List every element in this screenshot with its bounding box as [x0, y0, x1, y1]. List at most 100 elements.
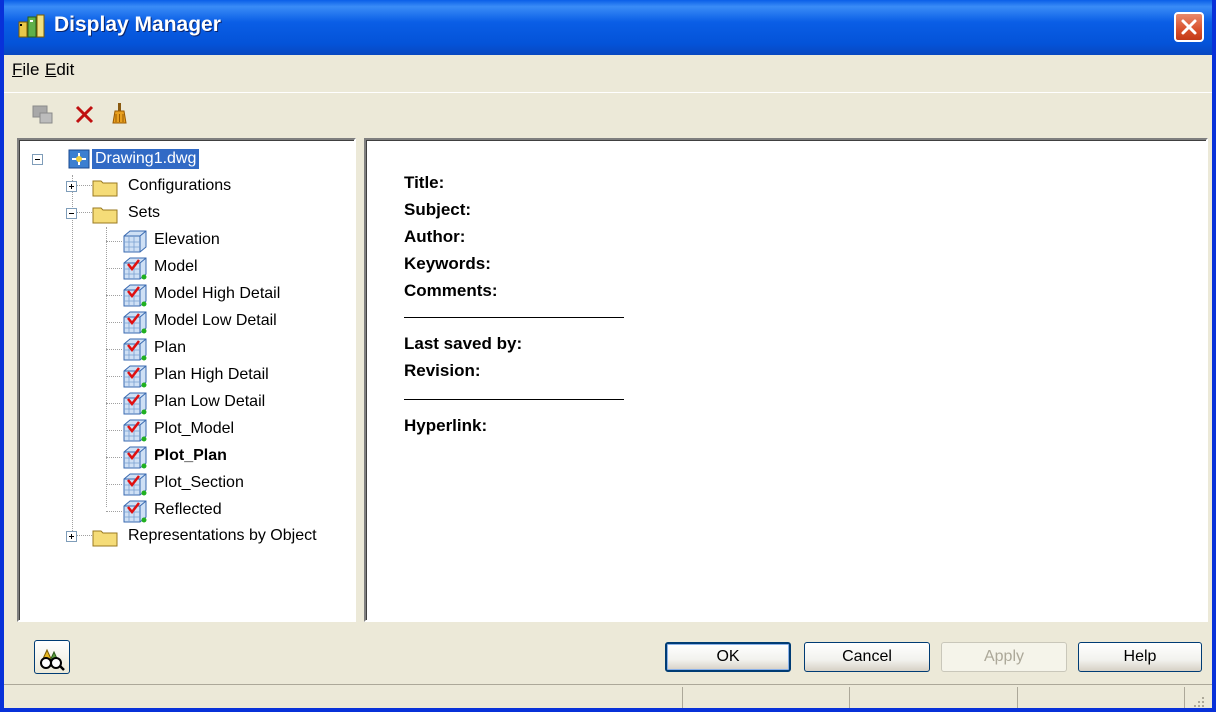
- display-set-checked-icon: [123, 311, 147, 334]
- resize-grip-icon[interactable]: [1186, 693, 1206, 709]
- menu-edit-label: dit: [56, 60, 75, 79]
- close-button[interactable]: [1174, 12, 1204, 42]
- author-property-label: Author:: [404, 227, 466, 246]
- tree-hline-set-item: [106, 430, 122, 431]
- ok-button[interactable]: OK: [665, 642, 791, 672]
- display-set-icon: [123, 230, 147, 253]
- tree-hline-set-item: [106, 376, 122, 377]
- title-property-label: Title:: [404, 173, 445, 192]
- tree-hline-set-item: [106, 484, 122, 485]
- collapse-root-icon[interactable]: [32, 154, 43, 165]
- tree-hline-set-item: [106, 349, 122, 350]
- display-set-checked-icon: [123, 284, 147, 307]
- tree-node-set-item[interactable]: Reflected: [106, 498, 346, 524]
- panel-splitter[interactable]: [356, 138, 364, 622]
- tree-sets-label: Sets: [128, 204, 161, 221]
- tree-set-item-label: Model High Detail: [154, 285, 281, 302]
- window-title: Display Manager: [54, 13, 221, 36]
- tree-root-label: Drawing1.dwg: [92, 149, 200, 169]
- tree-node-set-item[interactable]: Plot_Model: [106, 417, 346, 443]
- folder-icon: [92, 180, 118, 197]
- new-set-icon: [32, 105, 53, 124]
- folder-icon: [92, 207, 118, 224]
- tree-set-item-label: Plan Low Detail: [154, 393, 266, 410]
- display-set-checked-icon: [123, 338, 147, 361]
- tree-hline-set-item: [106, 511, 122, 512]
- tree-hline-set-item: [106, 268, 122, 269]
- delete-icon: [75, 105, 94, 124]
- tree-line-root: [72, 175, 73, 535]
- apply-button[interactable]: Apply: [941, 642, 1067, 672]
- comments-property-label: Comments:: [404, 281, 498, 300]
- tree-node-set-item[interactable]: Model: [106, 255, 346, 281]
- tree-node-set-item[interactable]: Elevation: [106, 228, 346, 254]
- tree-set-item-label: Plot_Plan: [154, 447, 227, 464]
- display-set-checked-icon: [123, 446, 147, 469]
- tree-set-item-label: Model Low Detail: [154, 312, 277, 329]
- properties-view: Title: Subject: Author: Keywords: Commen…: [366, 140, 1206, 620]
- subject-property-label: Subject:: [404, 200, 472, 219]
- menu-edit[interactable]: Edit: [45, 60, 74, 80]
- tree-configurations-label: Configurations: [128, 177, 232, 194]
- expand-configurations-icon[interactable]: [66, 181, 77, 192]
- tree-set-item-label: Plot_Section: [154, 474, 244, 491]
- keywords-property-label: Keywords:: [404, 254, 491, 273]
- expand-representations-icon[interactable]: [66, 531, 77, 542]
- menu-edit-accel: E: [45, 60, 57, 79]
- tree-panel[interactable]: Drawing1.dwg Configurations Sets Elevati…: [17, 138, 356, 622]
- tree-node-representations[interactable]: Representations by Object: [66, 524, 354, 550]
- status-pane-4: [1184, 687, 1185, 708]
- display-set-checked-icon: [123, 365, 147, 388]
- separator-2: [404, 399, 624, 400]
- purge-icon: [112, 103, 127, 124]
- menu-file-accel: F: [12, 60, 23, 79]
- tree-set-item-label: Plan High Detail: [154, 366, 269, 383]
- purge-button[interactable]: [107, 101, 133, 127]
- tree-node-set-item[interactable]: Plot_Section: [106, 471, 346, 497]
- tree-node-sets[interactable]: Sets: [66, 201, 346, 227]
- menu-file[interactable]: File: [12, 60, 39, 80]
- tree-hline-set-item: [106, 322, 122, 323]
- separator-1: [404, 317, 624, 318]
- toolbar: [4, 92, 1212, 131]
- find-button[interactable]: [34, 640, 70, 674]
- new-set-button[interactable]: [30, 101, 56, 127]
- tree-node-set-item[interactable]: Plan: [106, 336, 346, 362]
- status-bar: [4, 684, 1212, 709]
- folder-icon: [92, 530, 118, 547]
- tree-set-item-label: Plot_Model: [154, 420, 235, 437]
- tree-node-set-item[interactable]: Model Low Detail: [106, 309, 346, 335]
- tree-node-configurations[interactable]: Configurations: [66, 174, 346, 200]
- collapse-sets-icon[interactable]: [66, 208, 77, 219]
- drawing-file-icon: [68, 149, 90, 169]
- title-bar[interactable]: Display Manager: [4, 0, 1212, 55]
- display-manager-window: Display Manager File Edit Drawing1.dwg C…: [0, 0, 1216, 712]
- display-set-checked-icon: [123, 392, 147, 415]
- tree-node-set-item[interactable]: Model High Detail: [106, 282, 346, 308]
- detail-panel: Title: Subject: Author: Keywords: Commen…: [364, 138, 1208, 622]
- tree-hline-set-item: [106, 457, 122, 458]
- revision-property-label: Revision:: [404, 361, 481, 380]
- tree-view[interactable]: Drawing1.dwg Configurations Sets Elevati…: [19, 140, 354, 620]
- tree-node-root[interactable]: Drawing1.dwg: [32, 147, 332, 173]
- tree-set-item-label: Model: [154, 258, 198, 275]
- tree-set-item-label: Elevation: [154, 231, 220, 248]
- last-saved-property-label: Last saved by:: [404, 334, 523, 353]
- display-set-checked-icon: [123, 500, 147, 523]
- display-manager-icon: [18, 14, 45, 38]
- close-icon: [1181, 19, 1197, 35]
- tree-node-set-item[interactable]: Plot_Plan: [106, 444, 346, 470]
- tree-hline-set-item: [106, 295, 122, 296]
- tree-node-set-item[interactable]: Plan High Detail: [106, 363, 346, 389]
- binoculars-icon: [40, 648, 65, 671]
- menu-bar: File Edit: [4, 55, 1212, 85]
- tree-hline-set-item: [106, 241, 122, 242]
- help-button[interactable]: Help: [1078, 642, 1202, 672]
- delete-button[interactable]: [72, 101, 98, 127]
- tree-node-set-item[interactable]: Plan Low Detail: [106, 390, 346, 416]
- tree-set-item-label: Reflected: [154, 501, 222, 518]
- display-set-checked-icon: [123, 473, 147, 496]
- cancel-button[interactable]: Cancel: [804, 642, 930, 672]
- status-pane-1: [682, 687, 683, 708]
- status-pane-3: [1017, 687, 1018, 708]
